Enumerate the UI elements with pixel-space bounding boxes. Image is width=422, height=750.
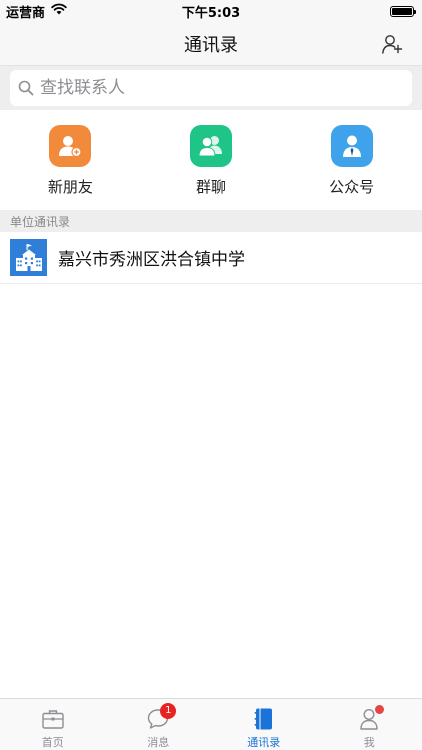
address-book-icon (251, 706, 277, 732)
briefcase-icon (40, 706, 66, 732)
page-title: 通讯录 (184, 34, 238, 56)
unread-badge: 1 (160, 703, 177, 719)
chat-bubble-icon: 1 (145, 703, 177, 732)
wifi-icon (51, 3, 67, 19)
shortcut-new-friends[interactable]: 新朋友 (0, 110, 141, 210)
official-account-icon (330, 125, 373, 167)
tab-home[interactable]: 首页 (0, 699, 106, 750)
list-item[interactable]: 嘉兴市秀洲区洪合镇中学 (0, 232, 422, 284)
search-icon (18, 80, 34, 96)
tab-label: 首页 (41, 736, 64, 749)
status-left: 运营商 (6, 2, 67, 21)
shortcut-row: 新朋友 群聊 公众号 (0, 110, 422, 210)
tab-messages[interactable]: 1 消息 (106, 699, 212, 750)
tab-label: 通讯录 (247, 736, 281, 749)
tab-label: 消息 (147, 736, 170, 749)
school-building-icon (10, 239, 47, 276)
shortcut-label: 公众号 (329, 178, 375, 196)
shortcut-group-chats[interactable]: 群聊 (141, 110, 282, 210)
add-contact-button[interactable] (380, 32, 404, 56)
new-friend-icon (49, 125, 92, 167)
tab-me[interactable]: 我 (317, 699, 422, 750)
search-bar (0, 66, 422, 110)
nav-bar: 通讯录 (0, 22, 422, 66)
shortcut-label: 新朋友 (47, 178, 93, 196)
org-name: 嘉兴市秀洲区洪合镇中学 (58, 250, 245, 270)
shortcut-label: 群聊 (196, 178, 227, 196)
shortcut-official-accounts[interactable]: 公众号 (281, 110, 422, 210)
search-box[interactable] (10, 70, 412, 106)
tab-label: 我 (363, 736, 375, 749)
search-input[interactable] (40, 78, 404, 98)
tab-contacts[interactable]: 通讯录 (211, 699, 317, 750)
tab-bar: 首页 1 消息 通讯录 我 (0, 698, 422, 750)
carrier-name: 运营商 (6, 5, 46, 21)
section-header: 单位通讯录 (0, 210, 422, 232)
group-chat-icon (190, 125, 232, 167)
status-bar: 运营商 下午5:03 (0, 0, 422, 22)
add-contact-icon (382, 35, 403, 54)
section-title: 单位通讯录 (10, 214, 71, 229)
person-icon (356, 705, 385, 732)
notification-dot (375, 705, 385, 714)
battery-icon (390, 5, 416, 17)
